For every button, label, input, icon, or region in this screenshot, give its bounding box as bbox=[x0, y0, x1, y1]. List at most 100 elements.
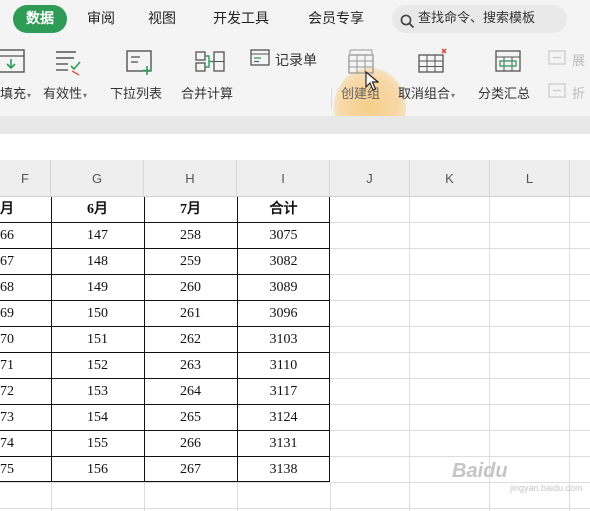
table-border bbox=[144, 197, 145, 482]
table-cell[interactable]: 75 bbox=[0, 457, 20, 483]
table-cell[interactable]: 72 bbox=[0, 379, 20, 405]
table-cell[interactable]: 155 bbox=[51, 431, 144, 457]
table-cell[interactable]: 3089 bbox=[237, 275, 330, 301]
table-border bbox=[0, 300, 330, 301]
record-form-icon bbox=[250, 49, 270, 71]
table-cell[interactable]: 266 bbox=[144, 431, 237, 457]
table-cell[interactable]: 267 bbox=[144, 457, 237, 483]
column-header-g[interactable]: G bbox=[51, 160, 144, 197]
subtotal-label: 分类汇总 bbox=[478, 87, 531, 102]
table-border bbox=[0, 222, 330, 223]
tab-developer-tools[interactable]: 开发工具 bbox=[213, 5, 269, 33]
grid-line bbox=[330, 456, 590, 457]
cursor-arrow-icon bbox=[365, 70, 380, 95]
header-cell[interactable]: 合计 bbox=[237, 197, 330, 223]
table-border bbox=[0, 326, 330, 327]
table-cell[interactable]: 3124 bbox=[237, 405, 330, 431]
fill-button[interactable]: 填充▾ bbox=[0, 38, 40, 116]
grid-line bbox=[330, 430, 590, 431]
header-cell[interactable]: 月 bbox=[0, 197, 20, 223]
table-cell[interactable]: 261 bbox=[144, 301, 237, 327]
table-cell[interactable]: 259 bbox=[144, 249, 237, 275]
ribbon-toolbar: 填充▾ 有效性▾ 下拉列表 合并计算 记录单 创建组 取消组合▾ 分类汇总 展 … bbox=[0, 38, 590, 146]
record-form-button[interactable]: 记录单 bbox=[250, 38, 322, 78]
table-cell[interactable]: 154 bbox=[51, 405, 144, 431]
table-cell[interactable]: 262 bbox=[144, 327, 237, 353]
record-form-label: 记录单 bbox=[275, 53, 317, 69]
grid-line bbox=[409, 197, 410, 511]
column-header-h[interactable]: H bbox=[144, 160, 237, 197]
table-cell[interactable]: 68 bbox=[0, 275, 20, 301]
expand-icon bbox=[548, 50, 568, 70]
header-cell[interactable]: 7月 bbox=[144, 197, 237, 223]
column-header-f[interactable]: F bbox=[0, 160, 51, 197]
table-cell[interactable]: 3117 bbox=[237, 379, 330, 405]
table-border bbox=[0, 274, 330, 275]
table-cell[interactable]: 71 bbox=[0, 353, 20, 379]
ungroup-icon bbox=[417, 48, 449, 80]
validity-label: 有效性 bbox=[43, 87, 83, 102]
grid-line bbox=[330, 352, 590, 353]
table-cell[interactable]: 148 bbox=[51, 249, 144, 275]
column-header-l[interactable]: L bbox=[490, 160, 570, 197]
table-cell[interactable]: 156 bbox=[51, 457, 144, 483]
expand-label: 展 bbox=[572, 54, 586, 69]
subtotal-button[interactable]: 分类汇总 bbox=[478, 38, 542, 116]
grid-line bbox=[144, 482, 145, 511]
table-cell[interactable]: 66 bbox=[0, 223, 20, 249]
dropdown-list-label: 下拉列表 bbox=[110, 87, 163, 102]
table-cell[interactable]: 3096 bbox=[237, 301, 330, 327]
table-cell[interactable]: 3075 bbox=[237, 223, 330, 249]
table-cell[interactable]: 153 bbox=[51, 379, 144, 405]
table-cell[interactable]: 3138 bbox=[237, 457, 330, 483]
table-border bbox=[237, 197, 238, 482]
column-header-k[interactable]: K bbox=[410, 160, 490, 197]
header-cell[interactable]: 6月 bbox=[51, 197, 144, 223]
table-cell[interactable]: 3131 bbox=[237, 431, 330, 457]
table-cell[interactable]: 152 bbox=[51, 353, 144, 379]
table-cell[interactable]: 70 bbox=[0, 327, 20, 353]
table-cell[interactable]: 67 bbox=[0, 249, 20, 275]
dropdown-list-button[interactable]: 下拉列表 bbox=[110, 38, 172, 116]
table-cell[interactable]: 69 bbox=[0, 301, 20, 327]
tab-review[interactable]: 审阅 bbox=[87, 5, 115, 33]
table-cell[interactable]: 260 bbox=[144, 275, 237, 301]
table-cell[interactable]: 147 bbox=[51, 223, 144, 249]
grid-line bbox=[330, 274, 590, 275]
table-cell[interactable]: 258 bbox=[144, 223, 237, 249]
table-cell[interactable]: 3103 bbox=[237, 327, 330, 353]
table-cell[interactable]: 265 bbox=[144, 405, 237, 431]
toolbar-divider bbox=[331, 88, 332, 110]
table-cell[interactable]: 149 bbox=[51, 275, 144, 301]
table-cell[interactable]: 151 bbox=[51, 327, 144, 353]
table-cell[interactable]: 150 bbox=[51, 301, 144, 327]
expand-detail-button[interactable]: 展 bbox=[548, 38, 590, 78]
grid-line bbox=[237, 482, 238, 511]
merge-calculation-button[interactable]: 合并计算 bbox=[181, 38, 243, 116]
fill-label: 填充 bbox=[0, 87, 27, 102]
tab-member[interactable]: 会员专享 bbox=[308, 5, 364, 33]
tab-view[interactable]: 视图 bbox=[148, 5, 176, 33]
fold-detail-button[interactable]: 折 bbox=[548, 78, 590, 108]
merge-calculation-label: 合并计算 bbox=[181, 87, 234, 102]
grid-line bbox=[330, 482, 331, 511]
ungroup-button[interactable]: 取消组合▾ bbox=[398, 38, 470, 116]
command-search[interactable]: 查找命令、搜索模板 bbox=[392, 5, 567, 33]
table-cell[interactable]: 3082 bbox=[237, 249, 330, 275]
validity-button[interactable]: 有效性▾ bbox=[42, 38, 100, 116]
formula-bar-area bbox=[0, 116, 590, 134]
table-cell[interactable]: 263 bbox=[144, 353, 237, 379]
table-cell[interactable]: 73 bbox=[0, 405, 20, 431]
create-group-button[interactable]: 创建组 bbox=[338, 38, 392, 116]
table-cell[interactable]: 264 bbox=[144, 379, 237, 405]
column-header-j[interactable]: J bbox=[330, 160, 410, 197]
fill-down-icon bbox=[0, 48, 26, 80]
validity-icon bbox=[54, 48, 84, 80]
tab-data[interactable]: 数据 bbox=[13, 5, 67, 33]
column-header-i[interactable]: I bbox=[237, 160, 330, 197]
table-cell[interactable]: 3110 bbox=[237, 353, 330, 379]
table-cell[interactable]: 74 bbox=[0, 431, 20, 457]
menu-bar: 数据 审阅 视图 开发工具 会员专享 查找命令、搜索模板 bbox=[0, 0, 590, 38]
column-header-partial[interactable] bbox=[570, 160, 590, 197]
subtotal-icon bbox=[495, 48, 525, 80]
